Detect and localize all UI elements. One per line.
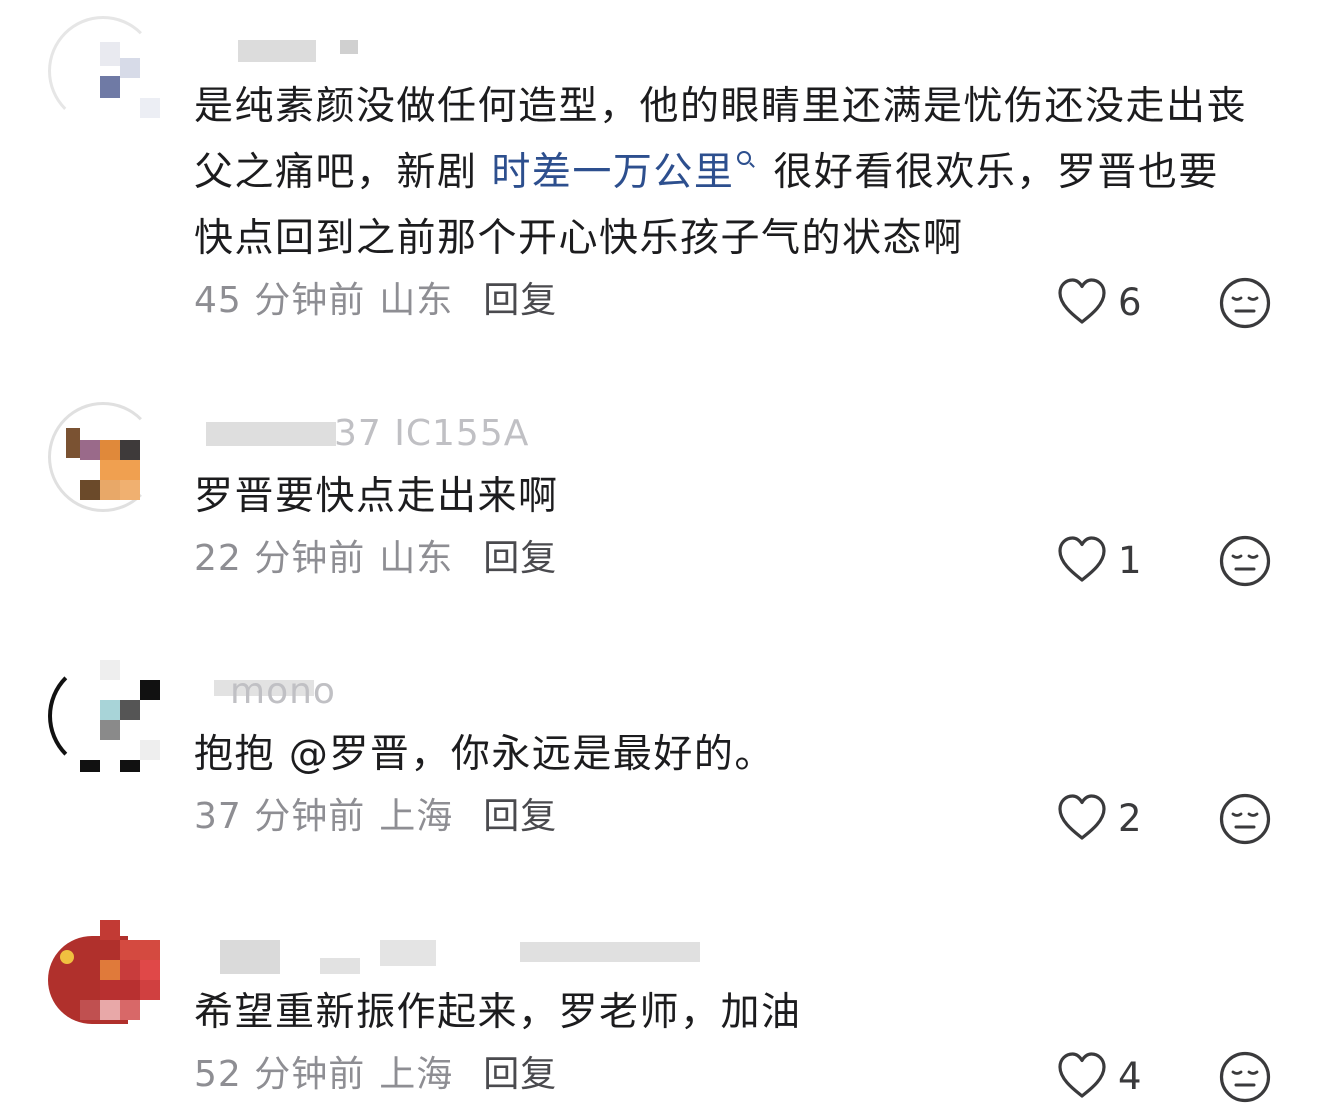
heart-outline-icon xyxy=(1058,1052,1106,1098)
comment-username[interactable] xyxy=(194,936,754,976)
comment-meta: 52 分钟前 上海 回复 xyxy=(194,1050,557,1100)
like-button[interactable]: 2 xyxy=(1056,791,1176,847)
emoji-reaction-button[interactable] xyxy=(1218,534,1272,588)
avatar[interactable] xyxy=(48,16,160,128)
comment-location: 上海 xyxy=(379,796,454,837)
comment-meta: 22 分钟前 山东 回复 xyxy=(194,534,557,584)
neutral-face-icon xyxy=(1219,793,1271,845)
like-count: 1 xyxy=(1118,539,1142,582)
emoji-reaction-button[interactable] xyxy=(1218,792,1272,846)
heart-outline-icon xyxy=(1058,794,1106,840)
comment-meta: 45 分钟前 山东 回复 xyxy=(194,276,557,326)
comment-text: 罗晋要快点走出来啊 xyxy=(194,474,559,519)
topic-link[interactable]: 时差一万公里 xyxy=(491,150,734,195)
avatar[interactable] xyxy=(48,920,160,1032)
comment-location: 山东 xyxy=(379,280,454,321)
comment-text: 是纯素颜没做任何造型，他的眼睛里还满是忧伤还没走出丧父之痛吧，新剧 时差一万公里… xyxy=(194,84,1248,261)
emoji-reaction-button[interactable] xyxy=(1218,1050,1272,1104)
like-button[interactable]: 1 xyxy=(1056,533,1176,589)
search-icon xyxy=(737,151,752,165)
reply-button[interactable]: 回复 xyxy=(483,280,557,321)
like-button[interactable]: 4 xyxy=(1056,1049,1176,1105)
comment-location: 山东 xyxy=(379,538,454,579)
avatar[interactable] xyxy=(48,402,160,514)
like-button[interactable]: 6 xyxy=(1056,275,1176,331)
comment-time: 52 分钟前 xyxy=(194,1054,366,1095)
reply-button[interactable]: 回复 xyxy=(483,538,557,579)
neutral-face-icon xyxy=(1219,1051,1271,1103)
neutral-face-icon xyxy=(1219,277,1271,329)
like-count: 2 xyxy=(1118,797,1142,840)
comment-meta: 37 分钟前 上海 回复 xyxy=(194,792,557,842)
emoji-reaction-button[interactable] xyxy=(1218,276,1272,330)
like-count: 6 xyxy=(1118,281,1142,324)
comment-text: 希望重新振作起来，罗老师，加油 xyxy=(194,990,802,1035)
heart-outline-icon xyxy=(1058,536,1106,582)
avatar[interactable] xyxy=(48,660,160,772)
comment-location: 上海 xyxy=(379,1054,454,1095)
comment-time: 37 分钟前 xyxy=(194,796,366,837)
reply-button[interactable]: 回复 xyxy=(483,1054,557,1095)
comment-username[interactable]: mono xyxy=(194,672,754,712)
comment-text: 抱抱 @罗晋，你永远是最好的。 xyxy=(194,732,775,777)
comment-time: 22 分钟前 xyxy=(194,538,366,579)
neutral-face-icon xyxy=(1219,535,1271,587)
comment-username[interactable]: 37 IC155A xyxy=(194,414,754,454)
comment-username[interactable] xyxy=(194,34,754,74)
reply-button[interactable]: 回复 xyxy=(483,796,557,837)
heart-outline-icon xyxy=(1058,278,1106,324)
like-count: 4 xyxy=(1118,1055,1142,1098)
comment-time: 45 分钟前 xyxy=(194,280,366,321)
